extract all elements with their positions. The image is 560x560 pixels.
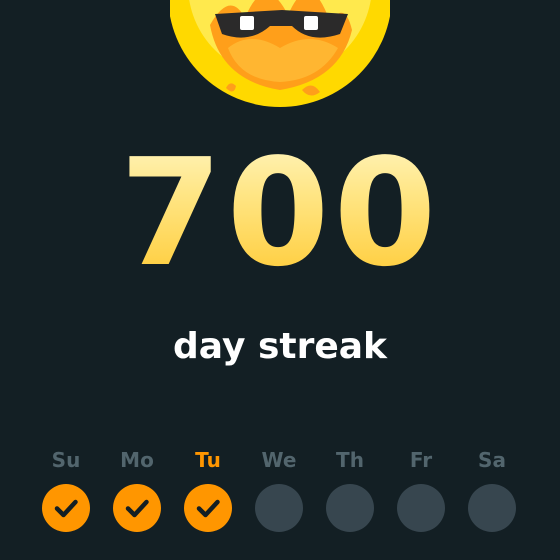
streak-count: 700: [0, 128, 560, 298]
day-completed-circle: [184, 484, 232, 532]
streak-label: day streak: [173, 326, 387, 367]
day-monday: Mo: [102, 444, 172, 544]
checkmark-icon: [125, 499, 149, 518]
day-completed-circle: [113, 484, 161, 532]
day-wednesday: We: [244, 444, 314, 544]
day-label: We: [261, 448, 297, 472]
day-friday: Fr: [386, 444, 456, 544]
day-empty-circle: [468, 484, 516, 532]
day-empty-circle: [326, 484, 374, 532]
day-saturday: Sa: [457, 444, 527, 544]
streak-screen: 700 day streak Su Mo Tu We Th Fr Sa: [0, 0, 560, 560]
day-label: Th: [336, 448, 364, 472]
checkmark-icon: [54, 499, 78, 518]
day-empty-circle: [397, 484, 445, 532]
day-label: Mo: [120, 448, 154, 472]
fire-mascot-icon: [170, 0, 390, 107]
day-label-today: Tu: [195, 448, 221, 472]
day-empty-circle: [255, 484, 303, 532]
checkmark-icon: [196, 499, 220, 518]
weekly-calendar: Su Mo Tu We Th Fr Sa: [31, 444, 529, 544]
day-label: Fr: [409, 448, 433, 472]
day-sunday: Su: [31, 444, 101, 544]
day-completed-circle: [42, 484, 90, 532]
day-label: Su: [51, 448, 81, 472]
day-thursday: Th: [315, 444, 385, 544]
day-tuesday: Tu: [173, 444, 243, 544]
day-label: Sa: [478, 448, 506, 472]
